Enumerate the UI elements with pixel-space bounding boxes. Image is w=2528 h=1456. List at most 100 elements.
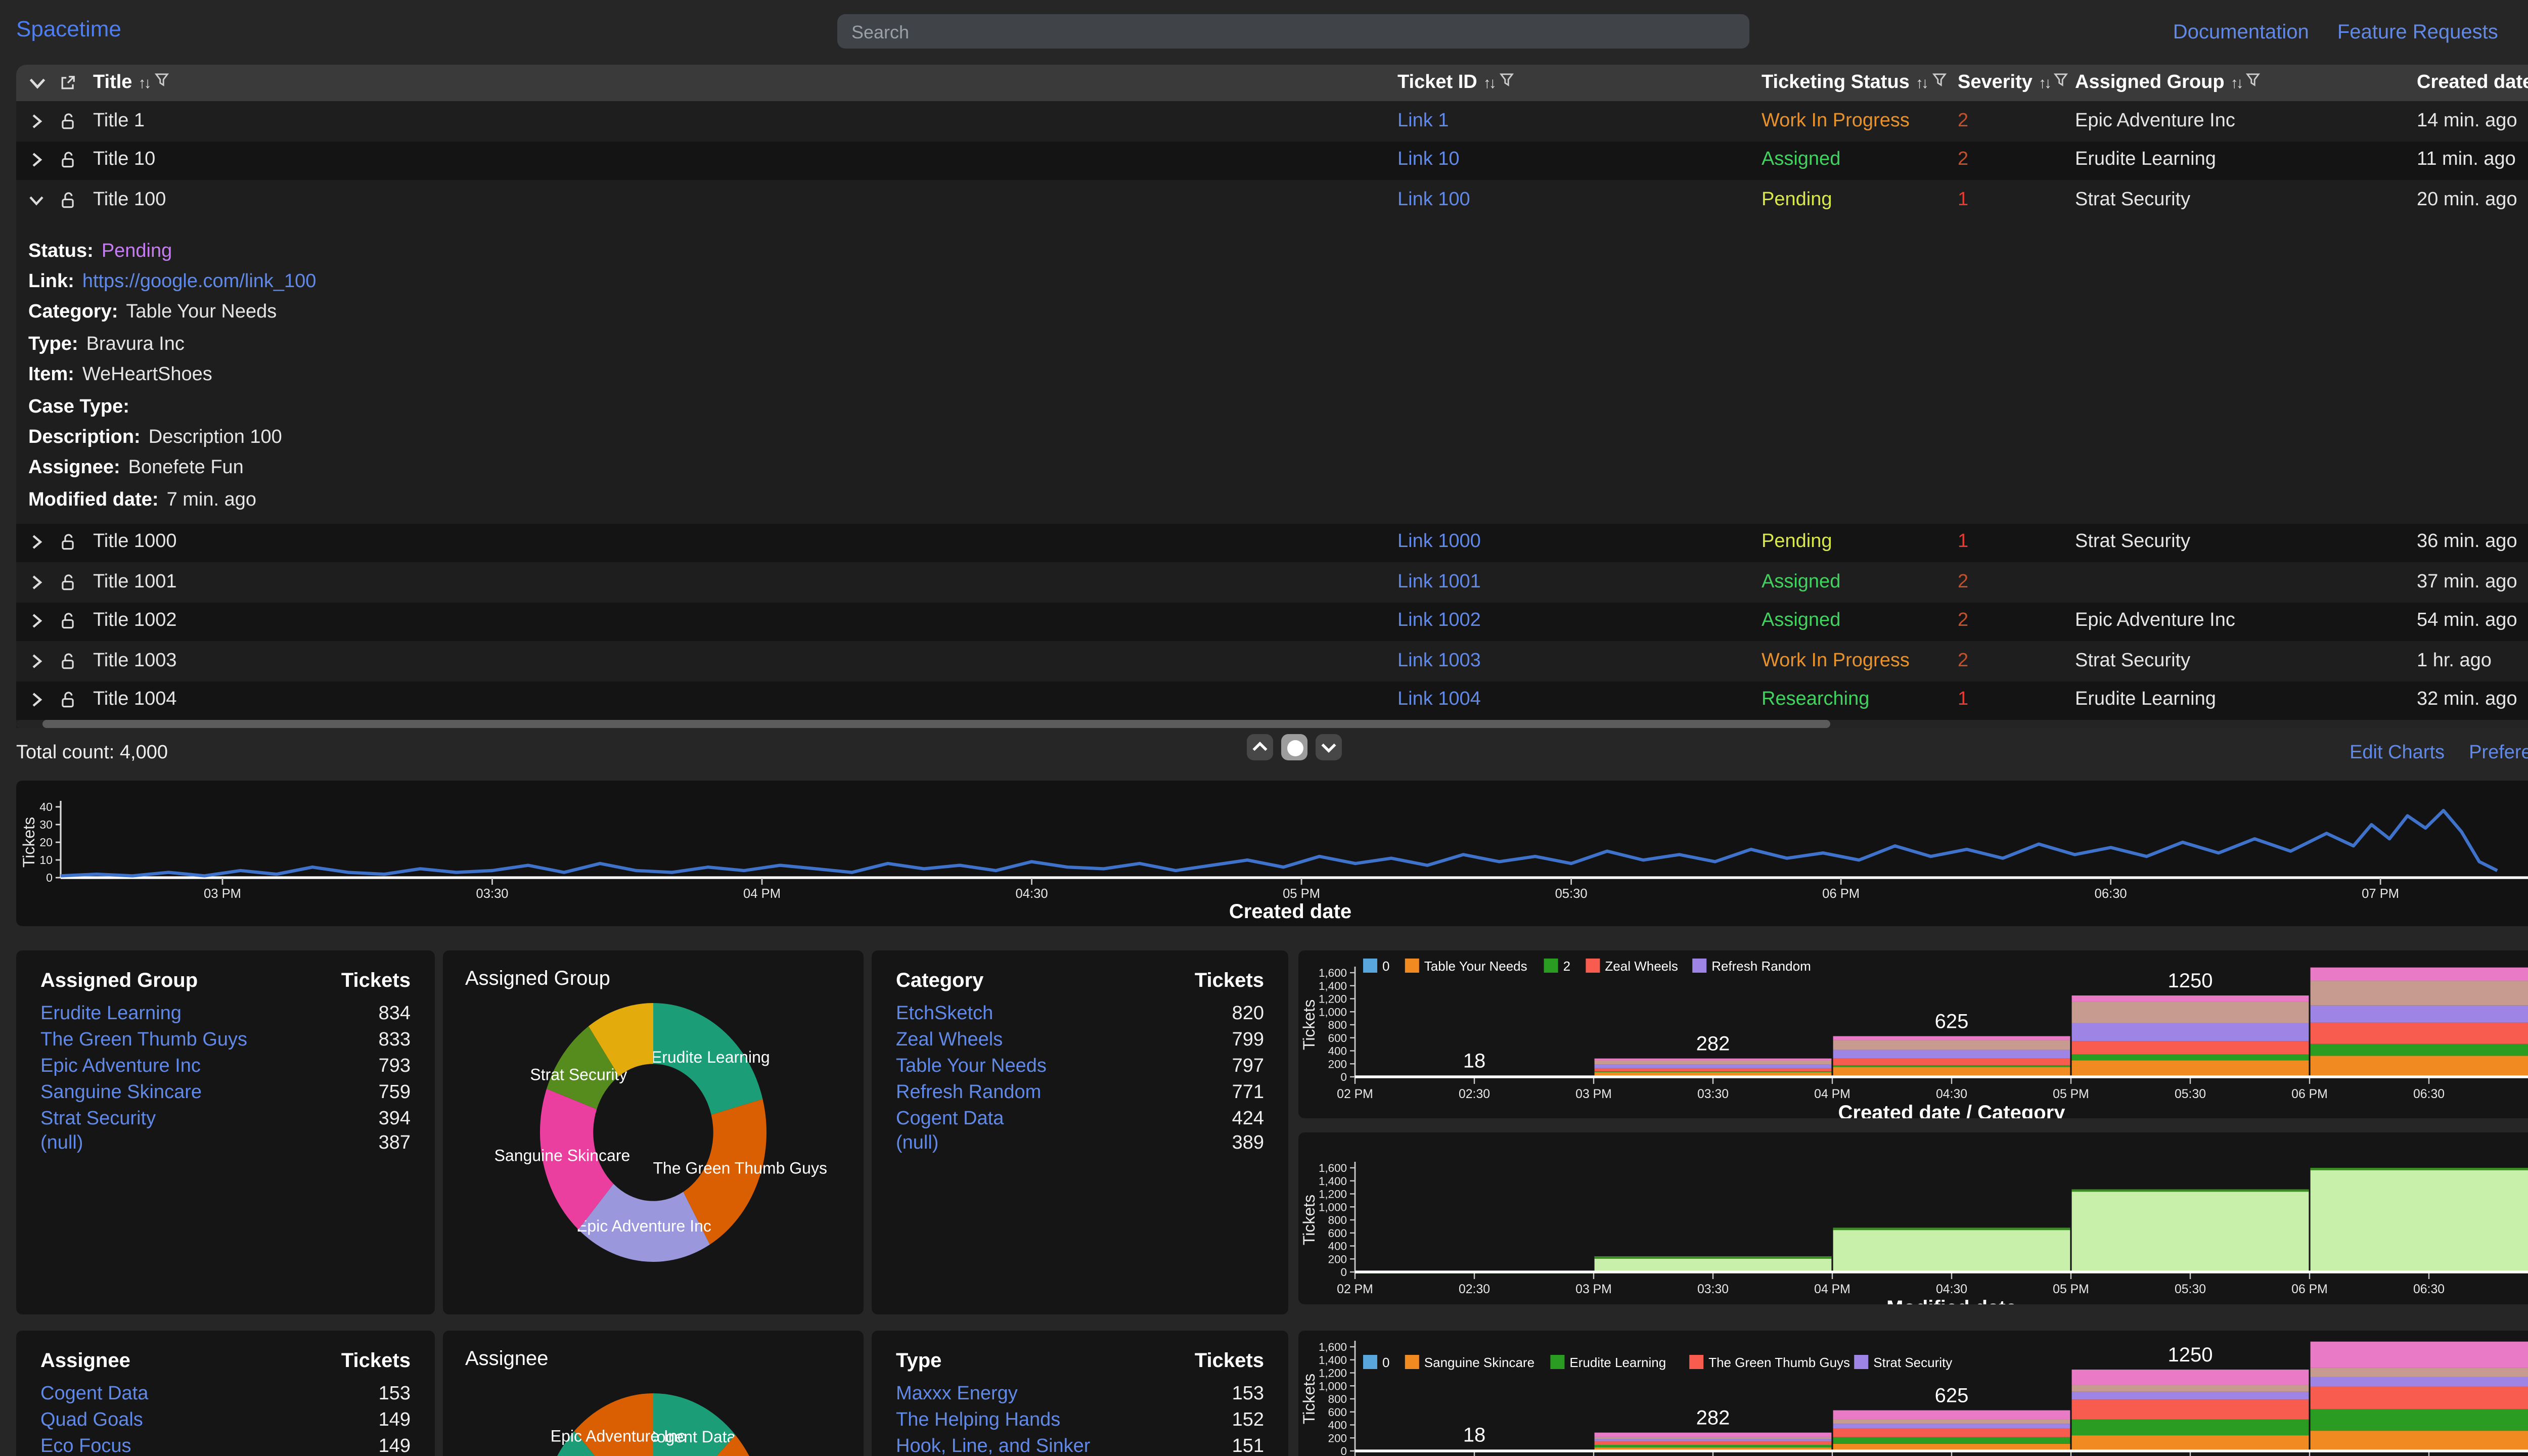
- donut-slice[interactable]: [653, 1393, 736, 1456]
- detail-value[interactable]: https://google.com/link_100: [82, 271, 317, 293]
- table-row[interactable]: Title 10Link 10Assigned2Erudite Learning…: [16, 141, 2528, 180]
- mini-table-link[interactable]: Cogent Data: [896, 1107, 1004, 1129]
- scroll-up-button[interactable]: [1247, 734, 1273, 760]
- search-input[interactable]: [837, 14, 1749, 49]
- table-row[interactable]: Title 1Link 1Work In Progress2Epic Adven…: [16, 101, 2528, 141]
- edit-charts-link[interactable]: Edit Charts: [2350, 742, 2445, 764]
- table-row[interactable]: Title 1004Link 1004Researching1Erudite L…: [16, 680, 2528, 720]
- expand-row-chevron-right-icon[interactable]: [28, 152, 44, 168]
- ticket-id-link[interactable]: Link 1: [1397, 110, 1449, 132]
- mini-table-link[interactable]: Cogent Data: [40, 1383, 148, 1405]
- expand-row-chevron-right-icon[interactable]: [28, 534, 44, 551]
- detail-row: Status:Pending: [28, 236, 2528, 267]
- col-header-assigned-group[interactable]: Assigned Group↑↓: [2075, 72, 2262, 94]
- mini-table-link[interactable]: Maxxx Energy: [896, 1383, 1018, 1405]
- unlock-icon[interactable]: [59, 612, 77, 630]
- table-row[interactable]: Title 1000Link 1000Pending1Strat Securit…: [16, 523, 2528, 562]
- col-header-title[interactable]: Title↑↓: [93, 72, 169, 94]
- expand-row-chevron-right-icon[interactable]: [28, 653, 44, 669]
- col-header-severity[interactable]: Severity↑↓: [1958, 72, 2070, 94]
- scrollbar-thumb[interactable]: [42, 720, 1831, 728]
- unlock-icon[interactable]: [59, 151, 77, 169]
- mini-table-link[interactable]: Strat Security: [40, 1107, 156, 1129]
- scroll-down-button[interactable]: [1316, 734, 1342, 760]
- mini-table-link[interactable]: Zeal Wheels: [896, 1029, 1003, 1051]
- expand-row-chevron-right-icon[interactable]: [28, 113, 44, 129]
- row-detail-panel: Status:PendingLink:https://google.com/li…: [16, 219, 2528, 523]
- mini-table-link[interactable]: Erudite Learning: [40, 1003, 182, 1025]
- mini-table-link[interactable]: The Green Thumb Guys: [40, 1029, 247, 1051]
- mini-table-row: Strat Security 394: [40, 1105, 411, 1131]
- expand-row-chevron-right-icon[interactable]: [28, 613, 44, 629]
- svg-text:Created date: Created date: [1229, 900, 1351, 923]
- sort-icon[interactable]: ↑↓: [2039, 74, 2050, 92]
- ticket-id-link[interactable]: Link 1003: [1397, 650, 1481, 672]
- mini-table-count: 394: [379, 1107, 411, 1129]
- table-row[interactable]: Title 1003Link 1003Work In Progress2Stra…: [16, 641, 2528, 680]
- mini-table-link[interactable]: EtchSketch: [896, 1003, 993, 1025]
- mini-table-count: 149: [379, 1409, 411, 1431]
- mini-table-link[interactable]: Table Your Needs: [896, 1055, 1047, 1077]
- unlock-icon[interactable]: [59, 533, 77, 552]
- svg-text:200: 200: [1328, 1253, 1347, 1265]
- col-header-ticketing-status[interactable]: Ticketing Status↑↓: [1762, 72, 1947, 94]
- severity-value: 1: [1958, 531, 1968, 554]
- sort-icon[interactable]: ↑↓: [1483, 74, 1495, 92]
- external-link-icon[interactable]: [59, 74, 77, 92]
- sort-icon[interactable]: ↑↓: [2231, 74, 2242, 92]
- filter-icon[interactable]: [2054, 72, 2070, 94]
- mini-table-link[interactable]: The Helping Hands: [896, 1409, 1060, 1431]
- col-header-ticket-id[interactable]: Ticket ID↑↓: [1397, 72, 1515, 94]
- mini-table-link[interactable]: (null): [40, 1133, 83, 1156]
- ticket-id-link[interactable]: Link 1002: [1397, 610, 1481, 632]
- preferences-link[interactable]: Preferences: [2469, 742, 2528, 764]
- collapse-row-chevron-down-icon[interactable]: [28, 192, 44, 208]
- mini-table-link[interactable]: Sanguine Skincare: [40, 1081, 202, 1103]
- nav-documentation[interactable]: Documentation: [2173, 21, 2309, 43]
- detail-label: Type:: [28, 333, 78, 355]
- horizontal-scrollbar[interactable]: [16, 720, 2528, 728]
- modified-date-chart-panel: 02004006008001,0001,2001,4001,600Tickets…: [1298, 1132, 2528, 1304]
- svg-text:02 PM: 02 PM: [1337, 1087, 1373, 1101]
- filter-icon[interactable]: [2246, 72, 2262, 94]
- detail-value: Pending: [102, 240, 172, 262]
- ticket-id-link[interactable]: Link 1000: [1397, 531, 1481, 554]
- scroll-position-button[interactable]: [1281, 734, 1307, 760]
- filter-icon[interactable]: [1931, 72, 1947, 94]
- severity-value: 2: [1958, 571, 1968, 593]
- mini-table-link[interactable]: Eco Focus: [40, 1435, 131, 1456]
- assigned-group-value: Epic Adventure Inc: [2075, 110, 2235, 132]
- unlock-icon[interactable]: [59, 652, 77, 670]
- mini-table-link[interactable]: Quad Goals: [40, 1409, 143, 1431]
- app-logo[interactable]: Spacetime: [16, 18, 121, 42]
- col-header-created-date[interactable]: Created date↑↓: [2417, 72, 2528, 94]
- svg-text:282: 282: [1696, 1407, 1730, 1429]
- filter-icon[interactable]: [153, 72, 169, 94]
- nav-feature-requests[interactable]: Feature Requests: [2337, 21, 2498, 43]
- expand-row-chevron-right-icon[interactable]: [28, 692, 44, 708]
- table-row[interactable]: Title 1002Link 1002Assigned2Epic Adventu…: [16, 602, 2528, 641]
- unlock-icon[interactable]: [59, 112, 77, 130]
- mini-table-link[interactable]: Refresh Random: [896, 1081, 1041, 1103]
- filter-icon[interactable]: [1499, 72, 1515, 94]
- ticket-id-link[interactable]: Link 10: [1397, 149, 1460, 171]
- unlock-icon[interactable]: [59, 573, 77, 591]
- unlock-icon[interactable]: [59, 191, 77, 209]
- sort-icon[interactable]: ↑↓: [138, 74, 149, 92]
- mini-table-link[interactable]: Hook, Line, and Sinker: [896, 1435, 1091, 1456]
- unlock-icon[interactable]: [59, 691, 77, 709]
- svg-text:400: 400: [1328, 1240, 1347, 1253]
- ticket-id-link[interactable]: Link 1001: [1397, 571, 1481, 593]
- top-bar: Spacetime Documentation Feature Requests…: [0, 0, 2528, 65]
- expand-all-chevron-down-icon[interactable]: [28, 74, 47, 92]
- mini-table-header-count: Tickets: [341, 1351, 411, 1381]
- mini-table-link[interactable]: Epic Adventure Inc: [40, 1055, 201, 1077]
- expand-row-chevron-right-icon[interactable]: [28, 574, 44, 590]
- severity-value: 2: [1958, 650, 1968, 672]
- ticket-id-link[interactable]: Link 1004: [1397, 689, 1481, 711]
- table-row[interactable]: Title 100Link 100Pending1Strat Security2…: [16, 180, 2528, 219]
- table-row[interactable]: Title 1001Link 1001Assigned237 min. ago: [16, 562, 2528, 602]
- ticket-id-link[interactable]: Link 100: [1397, 189, 1470, 211]
- sort-icon[interactable]: ↑↓: [1916, 74, 1927, 92]
- mini-table-link[interactable]: (null): [896, 1133, 939, 1156]
